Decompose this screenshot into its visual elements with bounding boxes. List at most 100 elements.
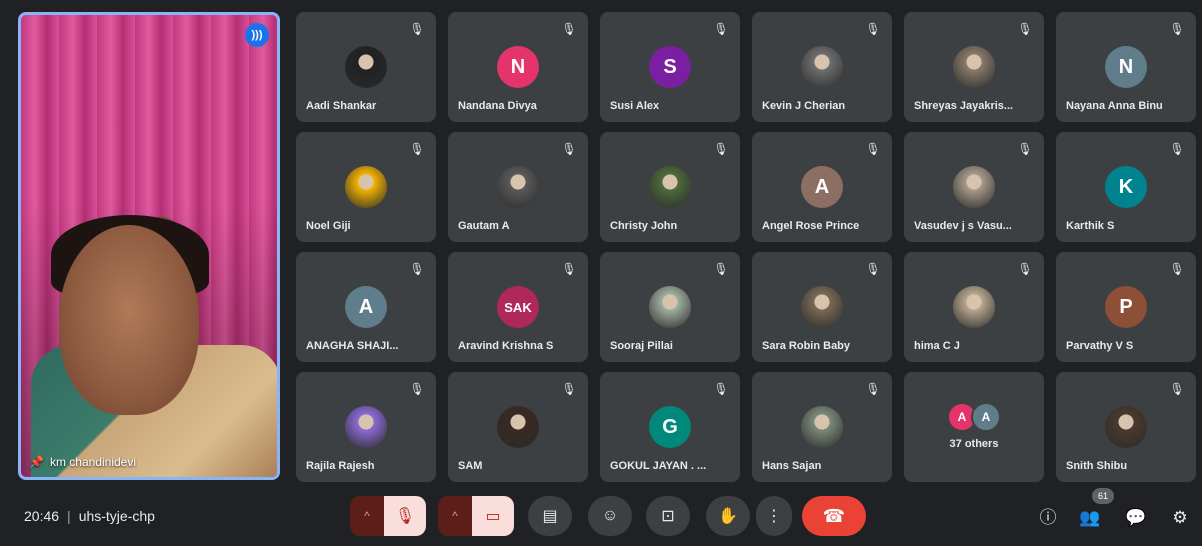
mic-off-icon: 🎙 <box>394 508 416 525</box>
avatar <box>953 46 995 88</box>
emoji-button[interactable]: ☺ <box>588 496 632 536</box>
meeting-code: uhs-tyje-chp <box>78 508 155 524</box>
avatar <box>953 286 995 328</box>
others-avatar-stack: AA <box>947 402 1001 432</box>
others-count-label: 37 others <box>949 438 999 450</box>
avatar <box>1105 406 1147 448</box>
participant-name: Susi Alex <box>610 100 660 112</box>
participant-name: Kevin J Cherian <box>762 100 846 112</box>
end-call-icon: ☎ <box>822 505 846 526</box>
mic-off-icon: 🎙 <box>561 262 577 276</box>
participant-name: Noel Giji <box>306 220 351 232</box>
mic-off-icon: 🎙 <box>713 262 729 276</box>
meeting-time: 20:46 <box>24 508 60 524</box>
mic-off-icon: 🎙 <box>1169 142 1185 156</box>
people-icon[interactable]: 👥 <box>1078 506 1102 530</box>
avatar: G <box>649 406 691 448</box>
participant-tile[interactable]: 🎙 SAM <box>448 372 588 482</box>
more-options-button[interactable]: ⋮ <box>756 496 792 536</box>
pin-icon: 📌 <box>29 455 44 469</box>
participant-tile[interactable]: 🎙 Noel Giji <box>296 132 436 242</box>
participant-tile[interactable]: 🎙 SAK Aravind Krishna S <box>448 252 588 362</box>
info-icon[interactable]: ⓘ <box>1036 506 1060 530</box>
participant-name: SAM <box>458 460 483 472</box>
end-call-button[interactable]: ☎ <box>802 496 866 536</box>
mic-off-icon: 🎙 <box>713 142 729 156</box>
participant-tile[interactable]: 🎙 S Susi Alex <box>600 12 740 122</box>
avatar: SAK <box>497 286 539 328</box>
avatar: S <box>649 46 691 88</box>
bottom-toolbar: 20:46 | uhs-tyje-chp ^ 🎙 ^ ▭ ▤ ☺ ⊡ ✋ ⋮ ☎… <box>0 488 1202 546</box>
captions-button[interactable]: ▤ <box>528 496 572 536</box>
mic-off-icon: 🎙 <box>1017 22 1033 36</box>
mic-off-icon: 🎙 <box>713 382 729 396</box>
featured-participant-tile[interactable]: ))) 📌 km chandinidevi <box>18 12 280 480</box>
activities-icon[interactable]: ⚙ <box>1168 506 1192 530</box>
avatar: P <box>1105 286 1147 328</box>
avatar: A <box>801 166 843 208</box>
mic-off-icon: 🎙 <box>1169 382 1185 396</box>
avatar <box>345 166 387 208</box>
participant-name: Nandana Divya <box>458 100 537 112</box>
mic-toggle-button[interactable]: 🎙 <box>384 496 426 536</box>
participant-tile[interactable]: 🎙 Gautam A <box>448 132 588 242</box>
mic-off-icon: 🎙 <box>865 22 881 36</box>
video-options-chevron[interactable]: ^ <box>438 496 472 536</box>
participant-name: Karthik S <box>1066 220 1115 232</box>
participant-tile[interactable]: 🎙 N Nayana Anna Binu <box>1056 12 1196 122</box>
mic-off-icon: 🎙 <box>409 262 425 276</box>
participant-name: Hans Sajan <box>762 460 822 472</box>
mic-off-icon: 🎙 <box>1017 262 1033 276</box>
participant-tile[interactable]: 🎙 N Nandana Divya <box>448 12 588 122</box>
participant-name: hima C J <box>914 340 960 352</box>
participant-tile[interactable]: 🎙 G GOKUL JAYAN . ... <box>600 372 740 482</box>
avatar: K <box>1105 166 1147 208</box>
chat-icon[interactable]: 💬 <box>1124 506 1148 530</box>
mic-off-icon: 🎙 <box>1169 262 1185 276</box>
avatar <box>497 406 539 448</box>
mic-off-icon: 🎙 <box>561 22 577 36</box>
participant-tile[interactable]: 🎙 A Angel Rose Prince <box>752 132 892 242</box>
participant-tile[interactable]: 🎙 Aadi Shankar <box>296 12 436 122</box>
avatar <box>497 166 539 208</box>
mic-off-icon: 🎙 <box>713 22 729 36</box>
participant-name: Vasudev j s Vasu... <box>914 220 1012 232</box>
avatar <box>801 406 843 448</box>
participant-tile[interactable]: 🎙 Sara Robin Baby <box>752 252 892 362</box>
participant-tile[interactable]: A A 37 others <box>904 372 1044 482</box>
avatar <box>345 46 387 88</box>
participant-name: Angel Rose Prince <box>762 220 860 232</box>
camera-off-icon: ▭ <box>485 508 501 525</box>
participant-tile[interactable]: 🎙 Vasudev j s Vasu... <box>904 132 1044 242</box>
participant-tile[interactable]: 🎙 Kevin J Cherian <box>752 12 892 122</box>
camera-toggle-button[interactable]: ▭ <box>472 496 514 536</box>
participant-tile[interactable]: 🎙 K Karthik S <box>1056 132 1196 242</box>
participant-tile[interactable]: 🎙 Hans Sajan <box>752 372 892 482</box>
mic-off-icon: 🎙 <box>865 142 881 156</box>
participant-tile[interactable]: 🎙 Sooraj Pillai <box>600 252 740 362</box>
participant-name: Christy John <box>610 220 678 232</box>
avatar <box>649 286 691 328</box>
participant-name: Shreyas Jayakris... <box>914 100 1014 112</box>
participant-tile[interactable]: 🎙 P Parvathy V S <box>1056 252 1196 362</box>
speaker-waves-icon: ))) <box>245 23 269 47</box>
participant-tile[interactable]: 🎙 Rajila Rajesh <box>296 372 436 482</box>
participant-tile[interactable]: 🎙 hima C J <box>904 252 1044 362</box>
audio-options-chevron[interactable]: ^ <box>350 496 384 536</box>
participant-tile[interactable]: 🎙 A ANAGHA SHAJI... <box>296 252 436 362</box>
participant-tile[interactable]: 🎙 Shreyas Jayakris... <box>904 12 1044 122</box>
participant-count-badge: 61 <box>1092 488 1114 504</box>
video-frame-face <box>59 225 199 415</box>
participant-grid: 🎙 Aadi Shankar 🎙 N Nandana Divya 🎙 S Susi Alex 🎙… <box>296 12 1196 482</box>
present-screen-icon: ⊡ <box>661 508 675 525</box>
featured-name-row: 📌 km chandinidevi <box>29 455 136 469</box>
participant-name: Gautam A <box>458 220 510 232</box>
participant-tile[interactable]: 🎙 Christy John <box>600 132 740 242</box>
participant-name: ANAGHA SHAJI... <box>306 340 399 352</box>
mic-off-icon: 🎙 <box>561 382 577 396</box>
present-button[interactable]: ⊡ <box>646 496 690 536</box>
participant-name: Nayana Anna Binu <box>1066 100 1163 112</box>
raise-hand-button[interactable]: ✋ <box>706 496 750 536</box>
participant-tile[interactable]: 🎙 Snith Shibu <box>1056 372 1196 482</box>
participant-name: Snith Shibu <box>1066 460 1128 472</box>
